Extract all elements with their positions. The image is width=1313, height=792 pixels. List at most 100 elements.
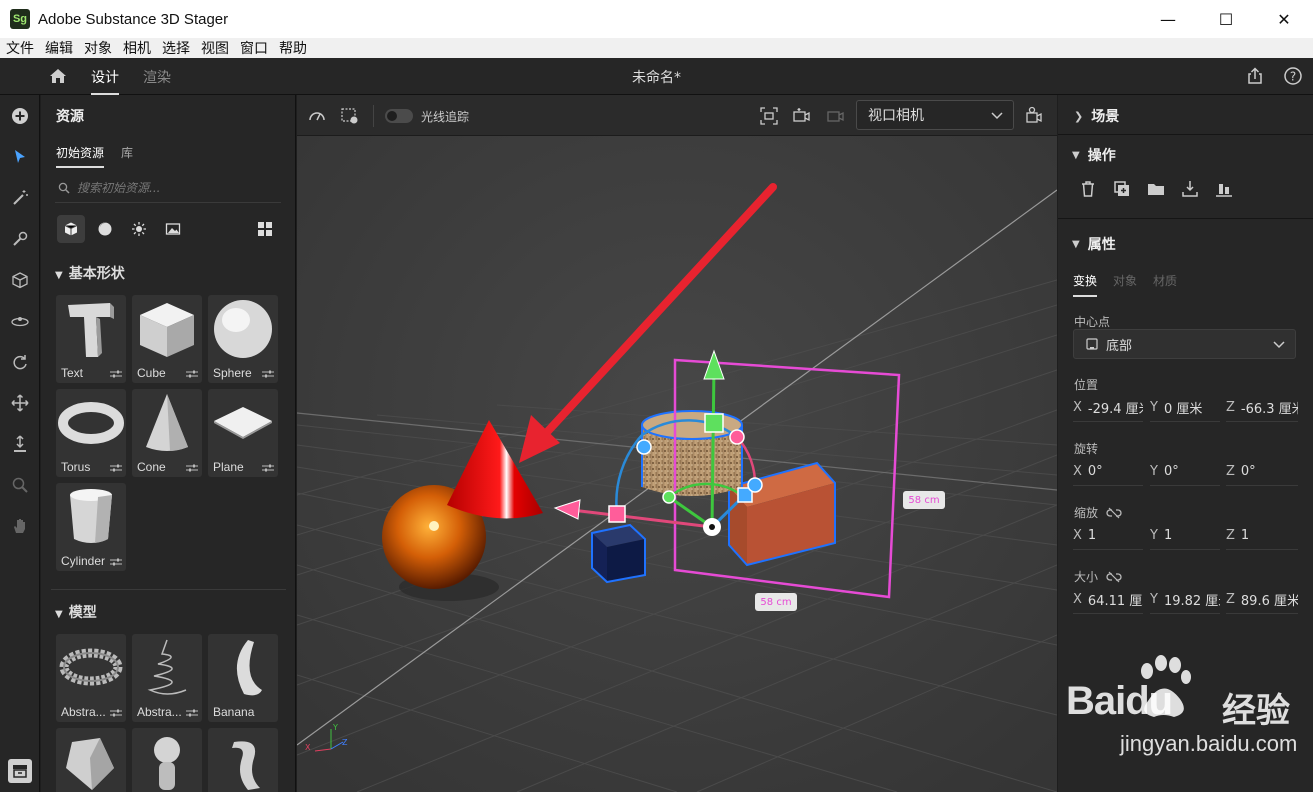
asset-torus[interactable]: Torus [56,389,126,477]
scale-z-field[interactable]: Z1 [1226,522,1298,550]
menu-file[interactable]: 文件 [6,38,34,58]
maximize-button[interactable]: ☐ [1197,0,1255,38]
position-y-field[interactable]: Y 0 厘米 [1150,394,1220,422]
menu-help[interactable]: 帮助 [279,38,307,58]
size-z-field[interactable]: Z 89.6 厘米 [1226,586,1298,614]
asset-cylinder[interactable]: Cylinder [56,483,126,571]
tab-transform[interactable]: 变换 [1073,272,1098,297]
asset-model-gem[interactable] [56,728,126,792]
rotate-icon[interactable] [10,352,30,372]
rotation-y-field[interactable]: Y 0° [1150,458,1220,486]
add-icon[interactable] [10,106,30,126]
settings-sliders-icon[interactable] [110,708,122,718]
section-models[interactable]: ▼ 模型 [55,602,97,622]
assets-search-input[interactable]: 搜索初始资源... [55,173,281,203]
settings-sliders-icon[interactable] [110,557,122,567]
hand-pan-icon[interactable] [10,516,30,536]
menu-select[interactable]: 选择 [162,38,190,58]
drop-to-floor-icon[interactable] [1180,179,1200,199]
viewport[interactable]: 58 cm 58 cm X Y Z 光线追踪 视口相机 [297,95,1057,792]
camera-select[interactable]: 视口相机 [856,100,1014,130]
properties-section-header[interactable]: ▼ 属性 [1072,234,1116,254]
scene-canvas[interactable] [297,95,1057,792]
actions-section-header[interactable]: ▼ 操作 [1072,145,1116,165]
scene-section-header[interactable]: ❯ 场景 [1074,106,1119,126]
link-off-icon[interactable] [1106,571,1122,583]
frame-object-icon[interactable] [759,106,779,126]
asset-text[interactable]: Text [56,295,126,383]
align-icon[interactable] [1214,179,1234,199]
settings-sliders-icon[interactable] [262,369,274,379]
asset-label: Banana [213,705,255,719]
menu-edit[interactable]: 编辑 [45,38,73,58]
speedometer-icon[interactable] [307,106,327,126]
rotation-x-field[interactable]: X 0° [1073,458,1143,486]
asset-cone[interactable]: Cone [132,389,202,477]
watermark-url: jingyan.baidu.com [1120,731,1298,756]
group-folder-icon[interactable] [1146,179,1166,199]
menu-camera[interactable]: 相机 [123,38,151,58]
asset-banana[interactable]: Banana [208,634,278,722]
scale-y-field[interactable]: Y1 [1150,522,1220,550]
filter-materials[interactable] [91,215,119,243]
close-button[interactable]: ✕ [1255,0,1313,38]
watermark-cn: 经验 [1222,691,1290,731]
select-tool-icon[interactable] [10,147,30,167]
link-off-icon[interactable] [1106,507,1122,519]
drop-to-floor-icon[interactable] [10,434,30,454]
asset-abstract-2[interactable]: Abstra... [132,634,202,722]
torus-thumbnail [58,402,124,444]
size-y-field[interactable]: Y 19.82 厘米 [1150,586,1220,614]
menu-window[interactable]: 窗口 [240,38,268,58]
settings-sliders-icon[interactable] [110,463,122,473]
rotation-z-field[interactable]: Z 0° [1226,458,1298,486]
tab-object[interactable]: 对象 [1113,272,1137,289]
render-settings-icon[interactable] [340,106,360,126]
asset-sphere[interactable]: Sphere [208,295,278,383]
magic-wand-icon[interactable] [10,188,30,208]
tab-starter-assets[interactable]: 初始资源 [56,144,105,168]
delete-icon[interactable] [1078,179,1098,199]
zoom-icon[interactable] [10,475,30,495]
grid-view-toggle[interactable] [251,215,279,243]
archive-icon[interactable] [8,759,32,783]
position-x-field[interactable]: X -29.4 厘米 [1073,394,1143,422]
settings-sliders-icon[interactable] [262,463,274,473]
settings-sliders-icon[interactable] [186,369,198,379]
cork-cylinder[interactable] [641,410,743,496]
duplicate-icon[interactable] [1112,179,1132,199]
asset-model-twist[interactable] [208,728,278,792]
camera-disabled-icon[interactable] [825,106,845,126]
filter-images[interactable] [159,215,187,243]
share-icon[interactable] [1245,66,1265,86]
orbit-icon[interactable] [10,311,30,331]
asset-abstract-1[interactable]: Abstra... [56,634,126,722]
camera-settings-icon[interactable] [1025,106,1045,126]
pivot-select[interactable]: 底部 [1073,329,1296,359]
tab-material[interactable]: 材质 [1153,272,1177,289]
raytrace-toggle[interactable] [385,109,413,123]
scale-x-field[interactable]: X1 [1073,522,1143,550]
pivot-value: 底部 [1106,338,1133,354]
settings-sliders-icon[interactable] [186,708,198,718]
move-icon[interactable] [10,393,30,413]
object-cube-icon[interactable] [10,270,30,290]
tab-library[interactable]: 库 [121,144,133,161]
asset-model-figure[interactable] [132,728,202,792]
asset-plane[interactable]: Plane [208,389,278,477]
asset-cube[interactable]: Cube [132,295,202,383]
help-icon[interactable]: ? [1283,66,1303,86]
settings-sliders-icon[interactable] [110,369,122,379]
filter-lights[interactable] [125,215,153,243]
camera-bookmark-icon[interactable] [791,106,811,126]
settings-sliders-icon[interactable] [186,463,198,473]
position-z-field[interactable]: Z -66.3 厘米 [1226,394,1298,422]
menu-object[interactable]: 对象 [84,38,112,58]
section-basic-shapes[interactable]: ▼ 基本形状 [55,263,125,283]
size-x-field[interactable]: X 64.11 厘米 [1073,586,1143,614]
navy-cube[interactable] [591,523,646,584]
filter-models[interactable] [57,215,85,243]
menu-view[interactable]: 视图 [201,38,229,58]
material-picker-icon[interactable] [10,229,30,249]
minimize-button[interactable]: — [1139,0,1197,38]
